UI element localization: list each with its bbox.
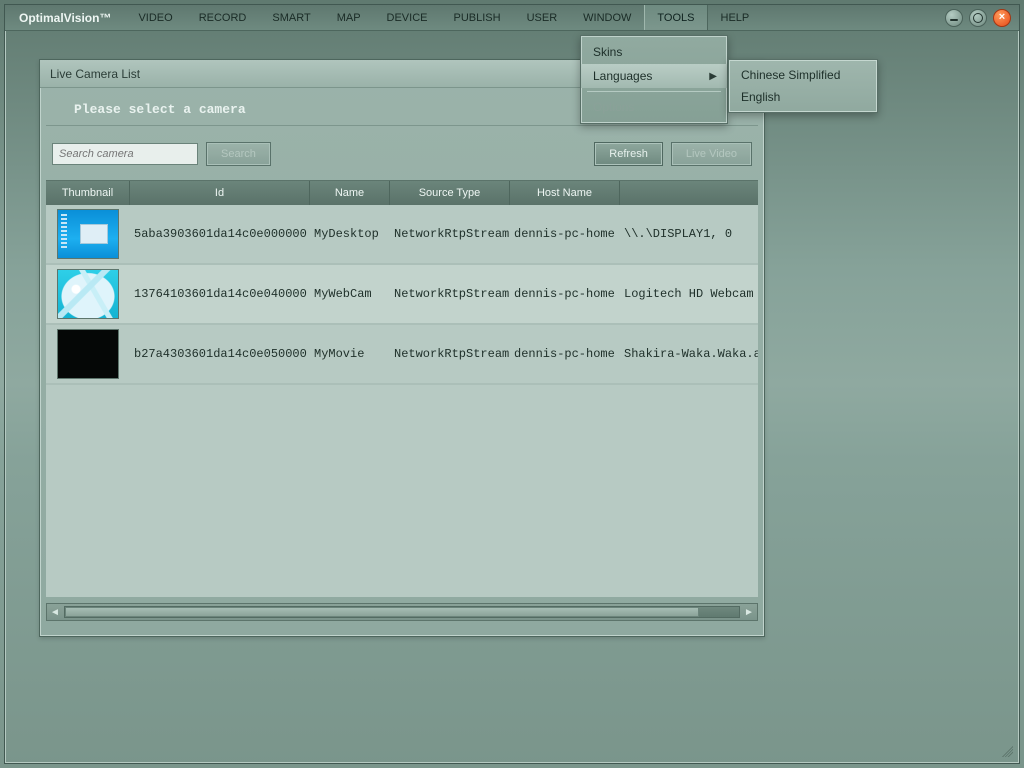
- table-row[interactable]: 13764103601da14c0e040000MyWebCamNetworkR…: [46, 265, 758, 325]
- language-option[interactable]: English: [729, 86, 877, 108]
- cell-source-type: NetworkRtpStream: [390, 227, 510, 241]
- cell-source-type: NetworkRtpStream: [390, 287, 510, 301]
- menu-smart[interactable]: SMART: [259, 5, 323, 30]
- menu-user[interactable]: USER: [514, 5, 571, 30]
- thumbnail-desktop: [57, 209, 119, 259]
- menu-item-languages[interactable]: Languages ▶: [581, 64, 727, 88]
- menubar: OptimalVision™ VIDEORECORDSMARTMAPDEVICE…: [5, 5, 1019, 31]
- menu-record[interactable]: RECORD: [186, 5, 260, 30]
- table-body: 5aba3903601da14c0e000000MyDesktopNetwork…: [46, 205, 758, 385]
- menu-separator: [587, 91, 721, 92]
- app-frame: OptimalVision™ VIDEORECORDSMARTMAPDEVICE…: [4, 4, 1020, 764]
- live-video-button[interactable]: Live Video: [671, 142, 752, 166]
- menu-window[interactable]: WINDOW: [570, 5, 644, 30]
- camera-table: Thumbnail Id Name Source Type Host Name …: [46, 180, 758, 597]
- scroll-left-icon[interactable]: ◄: [47, 604, 63, 620]
- th-source-type[interactable]: Source Type: [390, 181, 510, 205]
- languages-submenu: Chinese SimplifiedEnglish: [728, 59, 878, 113]
- refresh-button[interactable]: Refresh: [594, 142, 663, 166]
- cell-device: \\.\DISPLAY1, 0: [620, 227, 758, 241]
- cell-name: MyMovie: [310, 347, 390, 361]
- menu-tools[interactable]: TOOLS: [644, 5, 707, 30]
- panel-toolbar: Search Refresh Live Video: [40, 126, 764, 180]
- menu-item-skins[interactable]: Skins: [581, 40, 727, 64]
- table-row[interactable]: 5aba3903601da14c0e000000MyDesktopNetwork…: [46, 205, 758, 265]
- app-title: OptimalVision™: [5, 5, 125, 30]
- table-row[interactable]: b27a4303601da14c0e050000MyMovieNetworkRt…: [46, 325, 758, 385]
- menu-item-options[interactable]: Options: [581, 95, 727, 119]
- thumbnail-movie: [57, 329, 119, 379]
- cell-device: Shakira-Waka.Waka.avi,: [620, 347, 758, 361]
- minimize-button[interactable]: [945, 9, 963, 27]
- table-empty-area: [46, 385, 758, 597]
- th-name[interactable]: Name: [310, 181, 390, 205]
- menu-map[interactable]: MAP: [324, 5, 374, 30]
- menu-device[interactable]: DEVICE: [374, 5, 441, 30]
- search-input[interactable]: [52, 143, 198, 165]
- scroll-track[interactable]: [64, 606, 740, 618]
- cell-id: 5aba3903601da14c0e000000: [130, 227, 310, 241]
- th-host-name[interactable]: Host Name: [510, 181, 620, 205]
- cell-id: b27a4303601da14c0e050000: [130, 347, 310, 361]
- menu-item-label: Languages: [593, 69, 652, 83]
- horizontal-scrollbar[interactable]: ◄ ►: [46, 603, 758, 621]
- maximize-button[interactable]: [969, 9, 987, 27]
- cell-host-name: dennis-pc-home: [510, 347, 620, 361]
- tools-dropdown: Skins Languages ▶ Options: [580, 35, 728, 124]
- main-menu: VIDEORECORDSMARTMAPDEVICEPUBLISHUSERWIND…: [125, 5, 762, 30]
- th-thumbnail[interactable]: Thumbnail: [46, 181, 130, 205]
- cell-source-type: NetworkRtpStream: [390, 347, 510, 361]
- cell-name: MyDesktop: [310, 227, 390, 241]
- live-camera-panel: Live Camera List Please select a camera …: [39, 59, 765, 637]
- cell-id: 13764103601da14c0e040000: [130, 287, 310, 301]
- menu-publish[interactable]: PUBLISH: [441, 5, 514, 30]
- table-header: Thumbnail Id Name Source Type Host Name: [46, 181, 758, 205]
- chevron-right-icon: ▶: [709, 71, 717, 82]
- language-option[interactable]: Chinese Simplified: [729, 64, 877, 86]
- close-button[interactable]: ×: [993, 9, 1011, 27]
- search-button[interactable]: Search: [206, 142, 271, 166]
- th-device[interactable]: [620, 181, 758, 205]
- cell-device: Logitech HD Webcam C27: [620, 287, 758, 301]
- scroll-right-icon[interactable]: ►: [741, 604, 757, 620]
- thumbnail-webcam: [57, 269, 119, 319]
- cell-name: MyWebCam: [310, 287, 390, 301]
- menu-video[interactable]: VIDEO: [125, 5, 185, 30]
- window-controls: ×: [945, 5, 1019, 30]
- resize-grip-icon[interactable]: [999, 743, 1013, 757]
- cell-host-name: dennis-pc-home: [510, 227, 620, 241]
- cell-host-name: dennis-pc-home: [510, 287, 620, 301]
- th-id[interactable]: Id: [130, 181, 310, 205]
- menu-help[interactable]: HELP: [708, 5, 763, 30]
- scroll-thumb[interactable]: [65, 607, 699, 617]
